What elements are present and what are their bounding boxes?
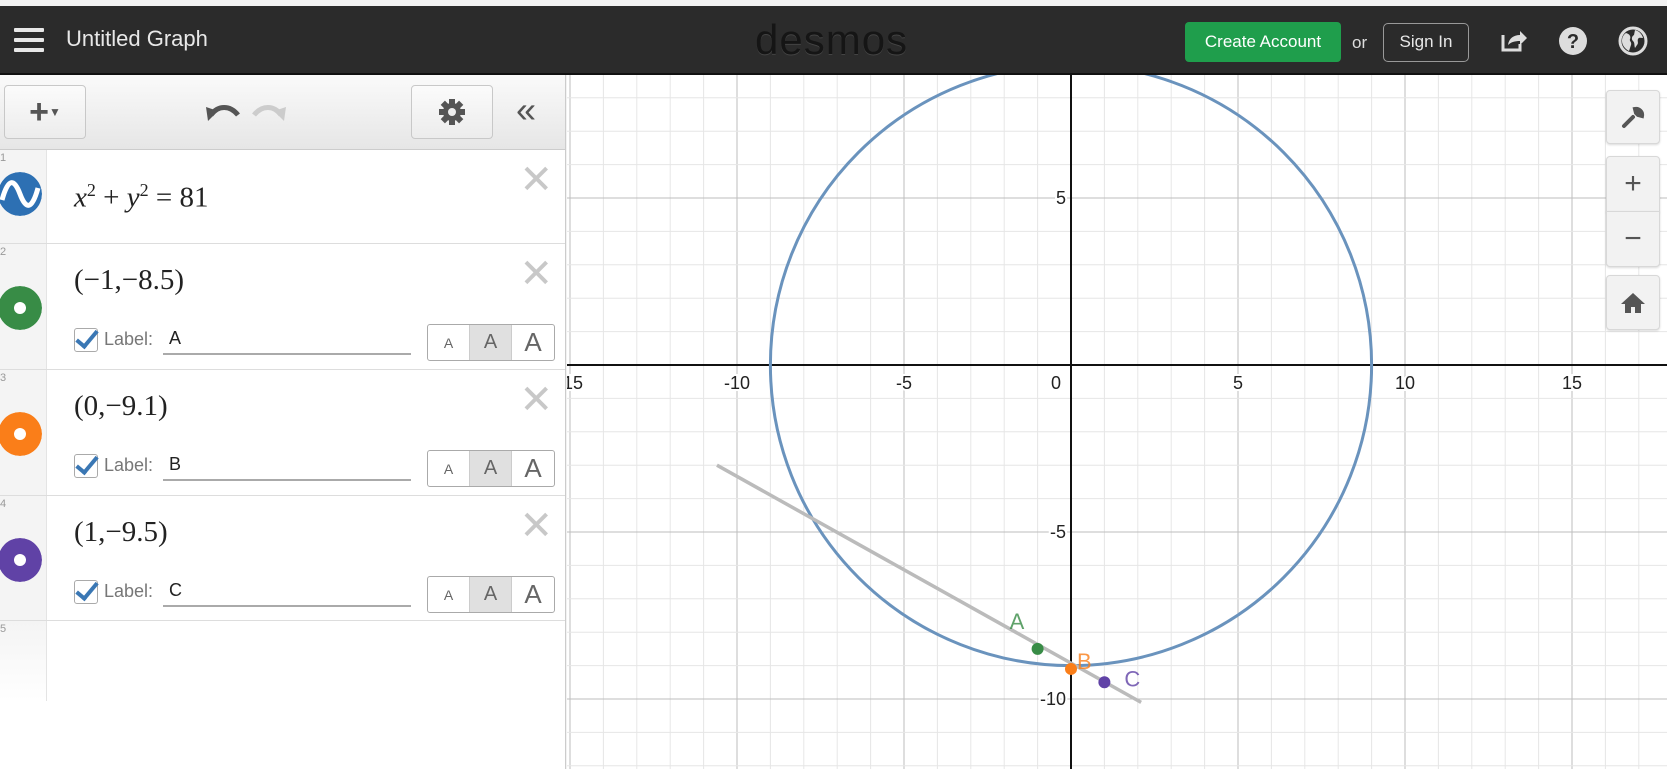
expression-index: 2 <box>0 246 7 258</box>
top-bar: Untitled Graph desmos Create Account or … <box>0 6 1667 75</box>
zoom-in-button[interactable]: + <box>1606 156 1660 212</box>
label-checkbox[interactable] <box>74 579 98 604</box>
label-size-selector: AAA <box>427 324 555 361</box>
help-icon[interactable]: ? <box>1558 26 1588 56</box>
label-checkbox[interactable] <box>74 453 98 478</box>
label-size-small[interactable]: A <box>428 451 470 486</box>
label-size-large[interactable]: A <box>512 325 554 360</box>
y-tick-label: 5 <box>1056 188 1066 208</box>
expression-index: 1 <box>0 152 7 164</box>
menu-icon[interactable] <box>14 28 44 52</box>
add-dropdown-icon: + <box>29 92 49 131</box>
expression-index: 5 <box>0 623 7 635</box>
label-caption: Label: <box>104 329 154 349</box>
label-size-medium[interactable]: A <box>470 325 512 360</box>
or-text: or <box>1352 33 1368 52</box>
wrench-icon <box>1622 106 1645 128</box>
label-input[interactable] <box>163 450 412 481</box>
expression-index: 3 <box>0 372 7 384</box>
label-caption: Label: <box>104 455 154 475</box>
zoom-out-button[interactable]: − <box>1606 211 1660 267</box>
point-C <box>1098 676 1111 689</box>
label-size-large[interactable]: A <box>512 577 554 612</box>
zoom-out-icon: − <box>1624 222 1642 255</box>
expression-gutter: 2 <box>0 244 47 369</box>
delete-expression-icon[interactable]: ✕ <box>519 380 553 420</box>
zoom-in-icon: + <box>1624 167 1642 200</box>
delete-expression-icon[interactable]: ✕ <box>519 160 553 200</box>
create-account-button[interactable]: Create Account <box>1185 22 1341 62</box>
delete-expression-icon[interactable]: ✕ <box>519 254 553 294</box>
label-caption: Label: <box>104 581 154 601</box>
x-tick-label: 15 <box>1562 373 1582 393</box>
expression-formula[interactable]: x2 + y2 = 81 <box>74 180 208 215</box>
sign-in-button[interactable]: Sign In <box>1383 23 1469 62</box>
svg-text:?: ? <box>1567 31 1579 53</box>
expression-toolbar: + ▼ « <box>0 75 565 150</box>
point-A <box>1031 642 1044 655</box>
label-size-selector: AAA <box>427 576 555 613</box>
y-tick-label: -10 <box>1040 689 1066 709</box>
label-size-small[interactable]: A <box>428 325 470 360</box>
expression-row-2[interactable]: 2 (−1,−8.5) ✕ Label: AAA <box>0 244 565 370</box>
home-icon <box>1621 292 1645 313</box>
graph-title[interactable]: Untitled Graph <box>66 26 208 52</box>
expression-gutter: 4 <box>0 496 47 620</box>
expression-list-panel: + ▼ « 1 x2 + y2 = 81 ✕ 2 (−1,−8.5) ✕ Labe… <box>0 75 566 769</box>
point-icon[interactable] <box>0 286 42 330</box>
graph-wave-icon[interactable] <box>0 172 42 216</box>
x-tick-label: -10 <box>724 373 750 393</box>
point-icon[interactable] <box>0 538 42 582</box>
point-B <box>1065 662 1077 675</box>
add-item-button[interactable]: + ▼ <box>4 85 86 139</box>
settings-button[interactable] <box>411 85 493 139</box>
default-viewport-button[interactable] <box>1606 275 1660 330</box>
label-size-small[interactable]: A <box>428 577 470 612</box>
y-tick-label: -5 <box>1050 522 1066 542</box>
undo-icon[interactable] <box>204 101 240 123</box>
point-label-A: A <box>1010 609 1025 634</box>
x-tick-label: 0 <box>1051 373 1061 393</box>
language-globe-icon[interactable] <box>1618 26 1648 56</box>
expression-gutter: 1 <box>0 150 47 243</box>
graph-settings-button[interactable] <box>1606 90 1660 144</box>
point-icon[interactable] <box>0 412 42 456</box>
x-tick-label: 10 <box>1395 373 1415 393</box>
point-label-B: B <box>1077 649 1092 674</box>
graph-canvas[interactable]: -15 -10 -5 0 5 10 15 5 -5 -10 A B C <box>567 75 1667 769</box>
point-label-C: C <box>1124 666 1140 691</box>
label-size-selector: AAA <box>427 450 555 487</box>
desmos-logo: desmos <box>755 16 909 63</box>
label-checkbox[interactable] <box>74 327 98 352</box>
delete-expression-icon[interactable]: ✕ <box>519 506 553 546</box>
expression-gutter: 3 <box>0 370 47 495</box>
expression-formula[interactable]: (0,−9.1) <box>74 390 168 423</box>
label-size-large[interactable]: A <box>512 451 554 486</box>
collapse-icon[interactable]: « <box>516 89 536 131</box>
expression-row-4[interactable]: 4 (1,−9.5) ✕ Label: AAA <box>0 496 565 621</box>
share-icon[interactable] <box>1498 26 1528 56</box>
x-tick-label: -15 <box>567 373 583 393</box>
graph-svg[interactable]: -15 -10 -5 0 5 10 15 5 -5 -10 A B C <box>567 75 1667 769</box>
expression-row-5-empty[interactable]: 5 <box>0 621 565 701</box>
x-tick-label: 5 <box>1233 373 1243 393</box>
expression-gutter: 5 <box>0 621 47 701</box>
expression-index: 4 <box>0 498 7 510</box>
redo-icon[interactable] <box>252 101 288 123</box>
expression-formula[interactable]: (1,−9.5) <box>74 516 168 549</box>
label-input[interactable] <box>163 576 412 607</box>
label-input[interactable] <box>163 324 412 355</box>
label-size-medium[interactable]: A <box>470 451 512 486</box>
x-tick-label: -5 <box>896 373 912 393</box>
expression-formula[interactable]: (−1,−8.5) <box>74 264 184 297</box>
label-size-medium[interactable]: A <box>470 577 512 612</box>
expression-row-1[interactable]: 1 x2 + y2 = 81 ✕ <box>0 150 565 244</box>
settings-gear-icon <box>439 99 465 125</box>
expression-row-3[interactable]: 3 (0,−9.1) ✕ Label: AAA <box>0 370 565 496</box>
